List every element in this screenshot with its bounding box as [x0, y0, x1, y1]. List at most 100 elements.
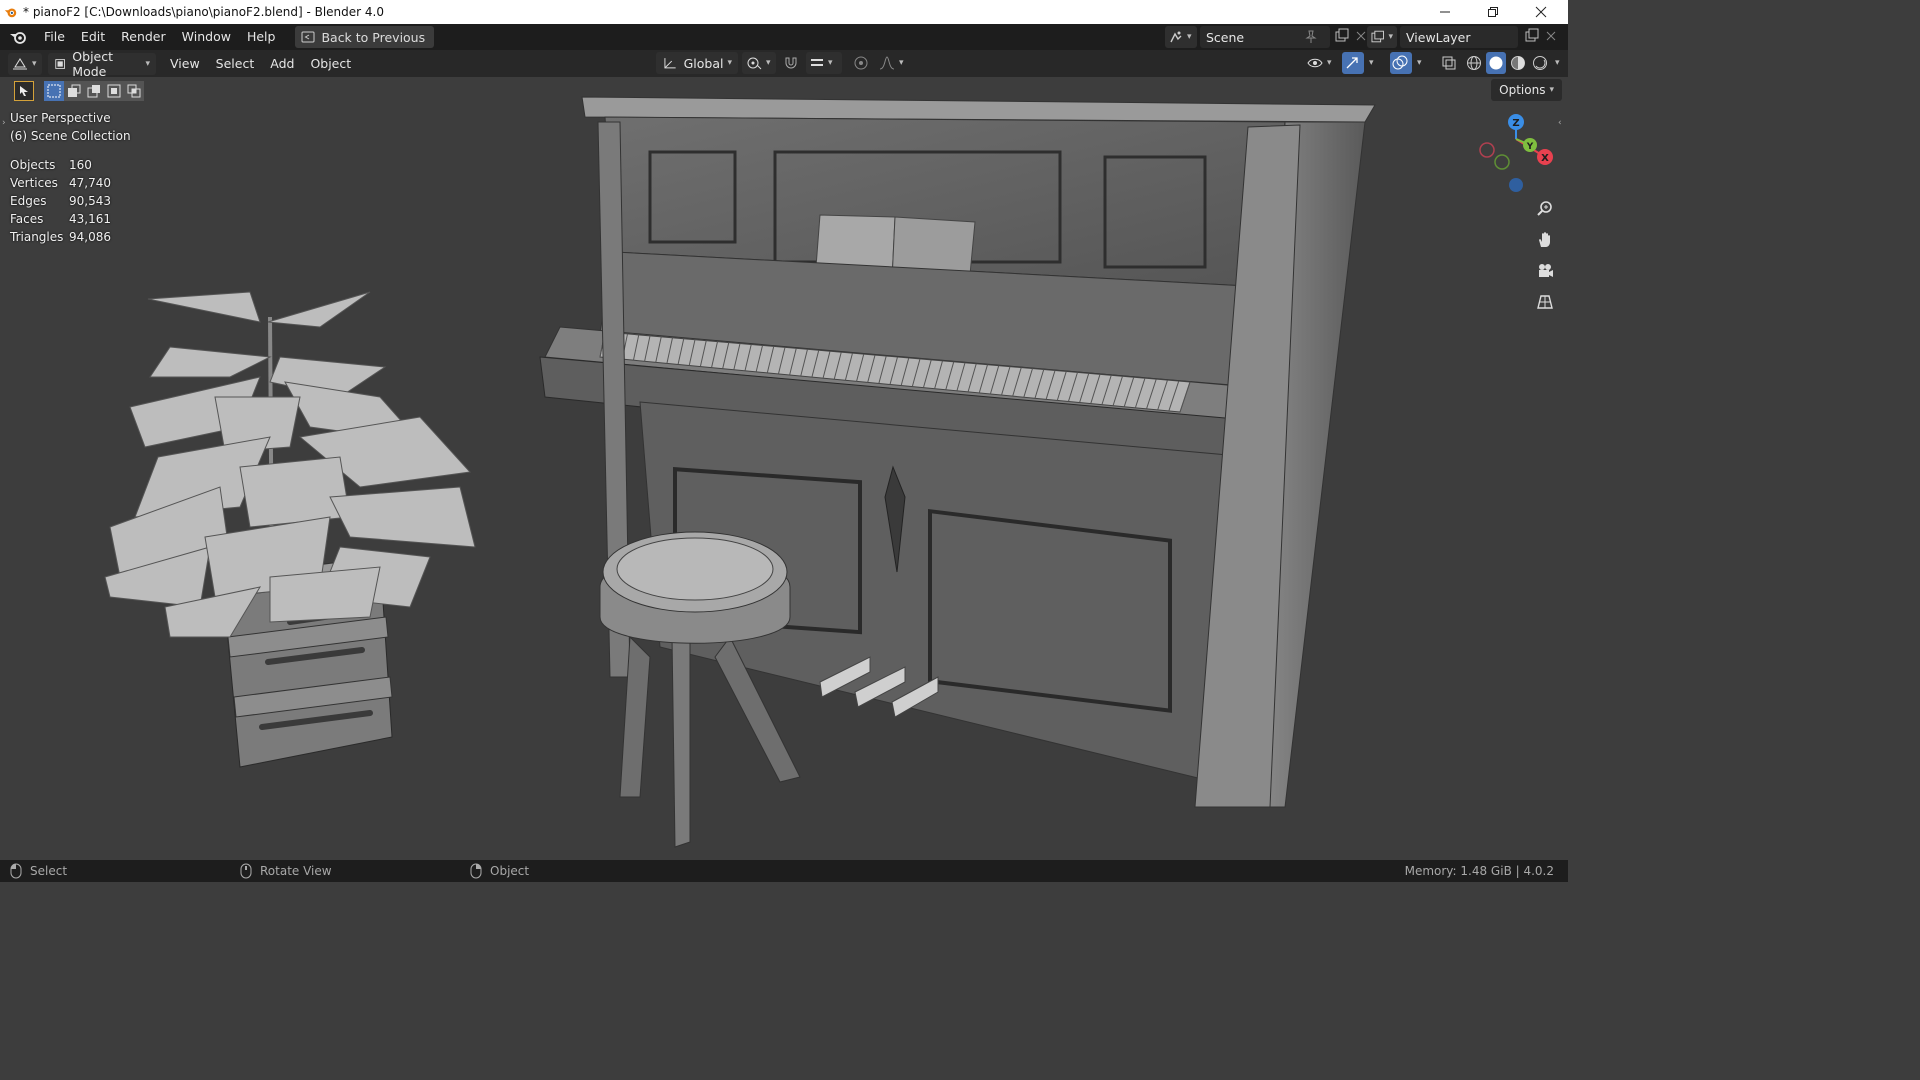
menu-help[interactable]: Help [239, 26, 284, 48]
restore-button[interactable] [1470, 0, 1516, 24]
pivot-point-dropdown[interactable]: ▾ [742, 52, 776, 74]
proportional-edit-icon [854, 56, 868, 70]
viewlayer-name: ViewLayer [1406, 29, 1471, 45]
gizmo-dropdown[interactable]: ▾ [1366, 52, 1384, 74]
chevron-down-icon: ▾ [1417, 58, 1422, 68]
plant-leaves-model[interactable] [104, 291, 476, 638]
chevron-down-icon: ▾ [766, 58, 771, 68]
menu-edit[interactable]: Edit [73, 26, 113, 48]
blender-menu-icon [10, 32, 26, 44]
pivot-icon [747, 57, 762, 70]
proportional-falloff-dropdown[interactable]: ▾ [876, 52, 908, 74]
select-mode-intersect-button[interactable] [124, 81, 144, 101]
options-label: Options [1499, 83, 1546, 97]
chevron-down-icon: ▾ [828, 58, 833, 68]
menu-window[interactable]: Window [174, 26, 239, 48]
back-screen-icon [301, 31, 315, 43]
mode-dropdown[interactable]: Object Mode ▾ [48, 49, 156, 79]
viewport-scene[interactable]: decorative Z X Y [0, 77, 1568, 860]
select-mode-invert-button[interactable] [104, 81, 124, 101]
piano-model[interactable]: decorative [539, 96, 1376, 808]
3d-viewport[interactable]: decorative [0, 77, 1568, 860]
duplicate-icon [1335, 28, 1349, 41]
scene-selector[interactable]: ▾ Scene [1165, 26, 1366, 48]
minimize-button[interactable] [1422, 0, 1468, 24]
select-mode-extend-button[interactable] [64, 81, 84, 101]
proportional-editing-toggle[interactable] [850, 52, 872, 74]
xray-toggle[interactable] [1438, 52, 1462, 74]
menu-add[interactable]: Add [264, 53, 300, 75]
solid-sphere-icon [1489, 56, 1503, 70]
shading-rendered-button[interactable] [1530, 52, 1550, 74]
status-memory: Memory: 1.48 GiB | 4.0.2 [1404, 864, 1554, 878]
viewlayer-name-field[interactable]: ViewLayer [1400, 26, 1518, 48]
shading-material-button[interactable] [1508, 52, 1528, 74]
select-subtract-icon [87, 85, 100, 98]
gizmo-icon [1346, 57, 1358, 69]
menu-object[interactable]: Object [304, 53, 357, 75]
new-scene-button[interactable] [1334, 28, 1350, 47]
menu-render[interactable]: Render [113, 26, 174, 48]
menu-select[interactable]: Select [210, 53, 261, 75]
mouse-left-icon [10, 863, 22, 879]
piano-stool-model[interactable] [599, 531, 801, 848]
shading-dropdown[interactable]: ▾ [1552, 52, 1570, 74]
new-viewlayer-button[interactable] [1524, 28, 1540, 47]
zoom-view-button[interactable] [1531, 195, 1559, 223]
xray-icon [1442, 56, 1456, 70]
stat-faces: Faces 43,161 [10, 212, 111, 226]
shading-solid-button[interactable] [1486, 52, 1506, 74]
visibility-dropdown[interactable]: ▾ [1304, 52, 1340, 74]
back-to-previous-button[interactable]: Back to Previous [295, 26, 435, 48]
status-select-label: Select [30, 864, 68, 878]
window-titlebar: * pianoF2 [C:\Downloads\piano\pianoF2.bl… [0, 0, 1568, 24]
gizmo-neg-z-handle[interactable] [1509, 178, 1523, 192]
scene-browse-button[interactable]: ▾ [1165, 26, 1197, 48]
chevron-down-icon: ▾ [1327, 58, 1332, 68]
editor-type-button[interactable]: ▾ [8, 52, 42, 75]
overlays-toggle[interactable] [1390, 52, 1412, 74]
material-sphere-icon [1511, 56, 1525, 70]
snap-toggle[interactable] [780, 52, 802, 74]
scene-icon [1170, 31, 1182, 43]
select-mode-set-button[interactable] [44, 81, 64, 101]
menu-file[interactable]: File [36, 26, 73, 48]
pin-icon[interactable] [1305, 30, 1317, 47]
cursor-select-icon [20, 86, 28, 96]
delete-viewlayer-button[interactable] [1546, 30, 1556, 44]
delete-scene-button[interactable] [1356, 30, 1366, 44]
select-mode-subtract-button[interactable] [84, 81, 104, 101]
sidebar-expand-icon[interactable]: ‹ [1558, 118, 1562, 128]
navigation-gizmo[interactable]: Z X Y [1479, 114, 1553, 192]
viewlayer-browse-button[interactable]: ▾ [1367, 26, 1397, 48]
menu-view[interactable]: View [164, 53, 206, 75]
close-button[interactable] [1518, 0, 1564, 24]
chevron-down-icon: ▾ [1388, 32, 1393, 42]
shading-wireframe-button[interactable] [1464, 52, 1484, 74]
chevron-down-icon: ▾ [1555, 58, 1560, 68]
collection-label: (6) Scene Collection [10, 129, 131, 143]
render-layers-icon [1371, 30, 1384, 43]
gizmo-toggle[interactable] [1342, 52, 1364, 74]
gizmo-neg-x-handle[interactable] [1479, 142, 1495, 158]
active-tool-button[interactable] [14, 81, 34, 101]
gizmo-neg-y-handle[interactable] [1494, 154, 1510, 170]
transform-orientation-label: Global [683, 55, 724, 71]
overlays-dropdown[interactable]: ▾ [1414, 52, 1432, 74]
snap-target-dropdown[interactable]: ▾ [806, 52, 842, 74]
perspective-toggle-button[interactable] [1531, 288, 1559, 316]
chevron-down-icon: ▾ [1549, 85, 1554, 95]
chevron-down-icon: ▾ [727, 58, 732, 68]
stat-objects: Objects 160 [10, 158, 92, 172]
viewport-header: ▾ Object Mode ▾ View Select Add Object G… [0, 49, 1570, 79]
blender-menu-button[interactable] [0, 29, 36, 45]
toolbar-expand-icon[interactable]: › [2, 118, 6, 128]
zoom-icon [1537, 201, 1552, 216]
wireframe-sphere-icon [1467, 56, 1481, 70]
viewlayer-selector[interactable]: ▾ ViewLayer [1367, 26, 1556, 48]
pan-view-button[interactable] [1531, 226, 1559, 254]
hand-icon [1539, 232, 1550, 247]
camera-view-button[interactable] [1531, 257, 1559, 285]
transform-orientation-dropdown[interactable]: Global ▾ [656, 52, 738, 74]
options-dropdown[interactable]: Options ▾ [1491, 79, 1562, 101]
